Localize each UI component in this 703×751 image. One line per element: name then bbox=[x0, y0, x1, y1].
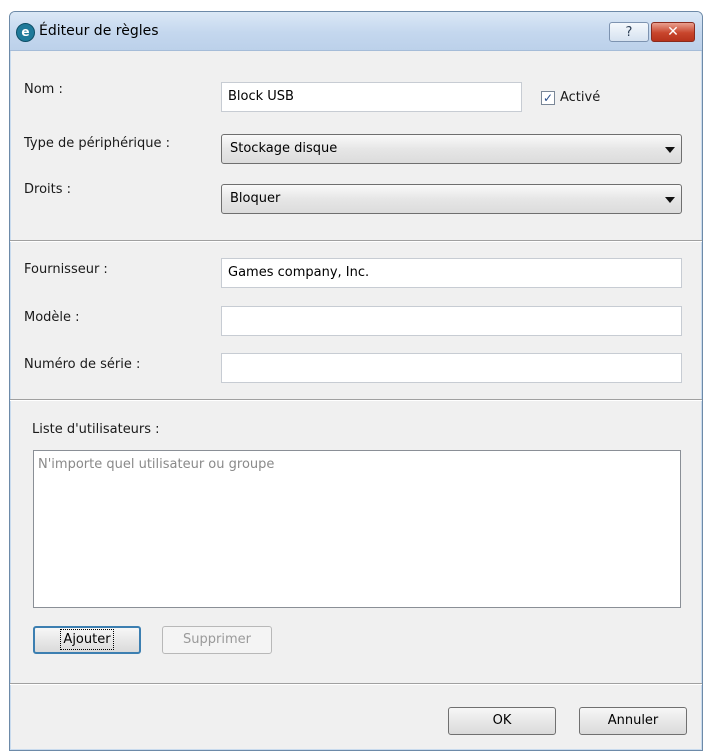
eset-logo-icon: e bbox=[16, 23, 35, 42]
chevron-down-icon bbox=[665, 197, 675, 203]
name-label: Nom : bbox=[24, 82, 63, 97]
add-button[interactable]: Ajouter bbox=[33, 626, 141, 654]
model-label: Modèle : bbox=[24, 310, 80, 325]
device-type-label: Type de périphérique : bbox=[24, 136, 171, 151]
model-input[interactable] bbox=[221, 306, 682, 336]
add-button-label: Ajouter bbox=[60, 629, 114, 650]
enabled-label: Activé bbox=[560, 90, 601, 105]
user-list-placeholder: N'importe quel utilisateur ou groupe bbox=[38, 457, 275, 472]
vendor-label: Fournisseur : bbox=[24, 262, 108, 277]
remove-button[interactable]: Supprimer bbox=[162, 626, 272, 654]
remove-button-label: Supprimer bbox=[183, 632, 251, 647]
serial-label: Numéro de série : bbox=[24, 357, 141, 372]
vendor-input[interactable]: Games company, Inc. bbox=[221, 258, 682, 288]
chevron-down-icon bbox=[665, 147, 675, 153]
device-type-select[interactable]: Stockage disque bbox=[221, 134, 682, 164]
cancel-button[interactable]: Annuler bbox=[579, 707, 687, 735]
name-input[interactable]: Block USB bbox=[221, 82, 522, 112]
rights-value: Bloquer bbox=[230, 191, 281, 206]
ok-button-label: OK bbox=[492, 713, 512, 728]
title-bar[interactable]: e Éditeur de règles ? ✕ bbox=[10, 12, 702, 51]
section-divider bbox=[10, 683, 702, 685]
ok-button[interactable]: OK bbox=[448, 707, 556, 735]
user-list[interactable]: N'importe quel utilisateur ou groupe bbox=[33, 450, 681, 608]
help-button[interactable]: ? bbox=[609, 22, 649, 42]
rule-editor-window: e Éditeur de règles ? ✕ Nom : Block USB … bbox=[9, 11, 703, 751]
rights-select[interactable]: Bloquer bbox=[221, 184, 682, 214]
section-divider bbox=[10, 399, 702, 401]
close-button[interactable]: ✕ bbox=[651, 22, 695, 42]
cancel-button-label: Annuler bbox=[607, 713, 659, 728]
serial-input[interactable] bbox=[221, 353, 682, 383]
enabled-checkbox[interactable]: ✓ bbox=[541, 91, 555, 105]
rights-label: Droits : bbox=[24, 182, 72, 197]
window-title: Éditeur de règles bbox=[39, 23, 159, 39]
section-divider bbox=[10, 240, 702, 242]
user-list-label: Liste d'utilisateurs : bbox=[32, 422, 160, 437]
device-type-value: Stockage disque bbox=[230, 141, 338, 156]
